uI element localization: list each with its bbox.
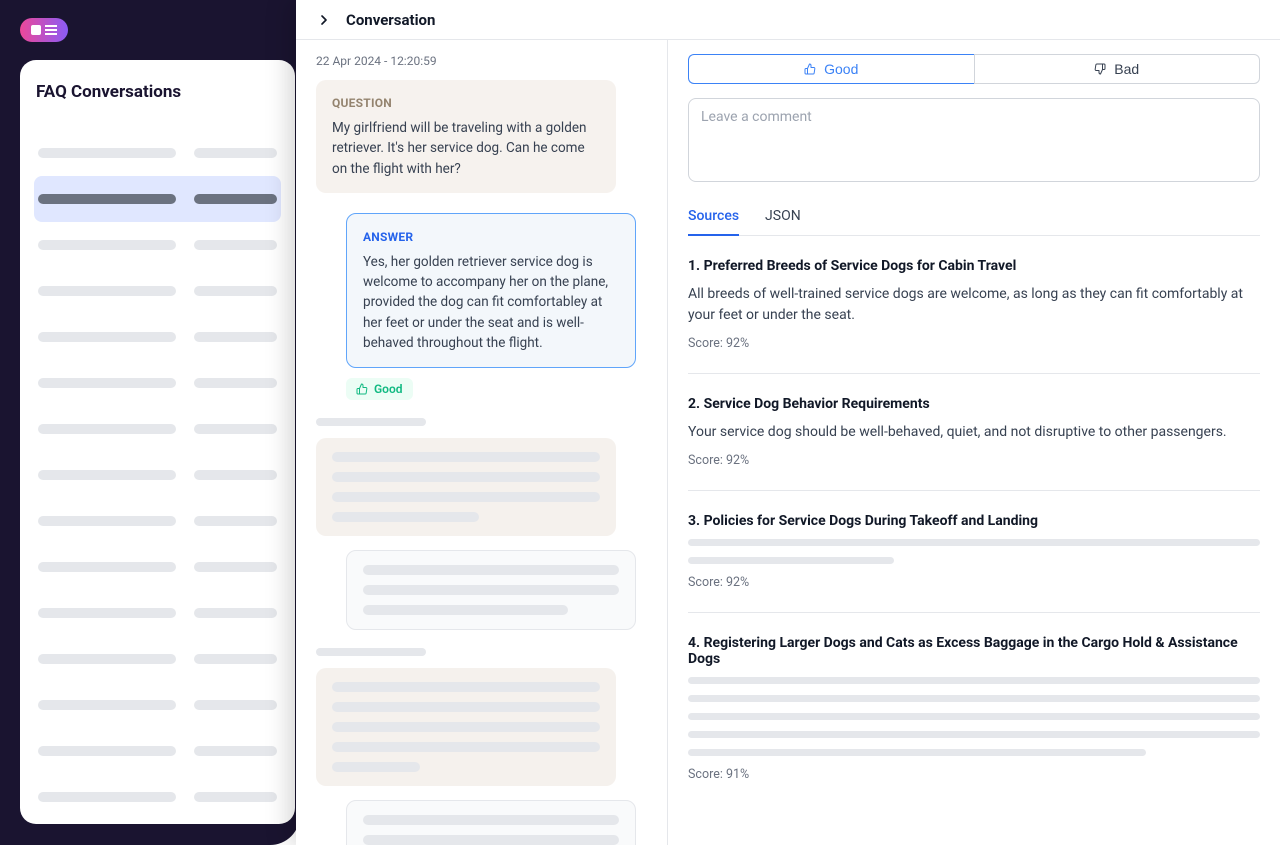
question-bubble: QUESTION My girlfriend will be traveling…: [316, 80, 616, 193]
rating-chip-label: Good: [374, 382, 403, 396]
drawer-title: Conversation: [346, 11, 435, 29]
rating-chip-good: Good: [346, 378, 413, 400]
bad-button[interactable]: Bad: [974, 54, 1261, 84]
thumbs-up-icon: [804, 63, 816, 75]
conversation-list-item[interactable]: [34, 268, 281, 314]
thumbs-up-icon: [356, 383, 368, 395]
conversation-list-item[interactable]: [34, 636, 281, 682]
source-score: Score: 92%: [688, 575, 1260, 590]
conversation-list-item[interactable]: [34, 360, 281, 406]
bad-button-label: Bad: [1114, 61, 1139, 77]
conversation-list-item[interactable]: [34, 682, 281, 728]
source-title: 1. Preferred Breeds of Service Dogs for …: [688, 258, 1260, 274]
faq-sidebar: FAQ Conversations: [20, 60, 295, 824]
question-bubble-placeholder: [316, 668, 616, 786]
conversation-list-item[interactable]: [34, 314, 281, 360]
conversation-list-item[interactable]: [34, 728, 281, 774]
source-body: All breeds of well-trained service dogs …: [688, 284, 1260, 326]
answer-label: ANSWER: [363, 228, 619, 246]
conversation-list-item[interactable]: [34, 130, 281, 176]
conversation-drawer: Conversation 22 Apr 2024 - 12:20:59 QUES…: [296, 0, 1280, 845]
source-title: 4. Registering Larger Dogs and Cats as E…: [688, 635, 1260, 667]
conversation-list-item[interactable]: [34, 774, 281, 820]
source-score: Score: 92%: [688, 453, 1260, 468]
conversation-list-item[interactable]: [34, 176, 281, 222]
answer-bubble-placeholder: [346, 550, 636, 630]
answer-bubble: ANSWER Yes, her golden retriever service…: [346, 213, 636, 368]
source-body-placeholder: [688, 539, 1260, 564]
question-label: QUESTION: [332, 94, 600, 112]
conversation-list-item[interactable]: [34, 406, 281, 452]
source-body-placeholder: [688, 677, 1260, 756]
source-body: Your service dog should be well-behaved,…: [688, 422, 1260, 443]
conversation-timestamp: 22 Apr 2024 - 12:20:59: [316, 54, 647, 68]
conversation-list-item[interactable]: [34, 222, 281, 268]
rating-buttons: Good Bad: [688, 54, 1260, 84]
source-item: 4. Registering Larger Dogs and Cats as E…: [688, 613, 1260, 804]
conversation-list-item[interactable]: [34, 544, 281, 590]
close-drawer-icon[interactable]: [316, 12, 332, 28]
answer-text: Yes, her golden retriever service dog is…: [363, 254, 608, 351]
source-score: Score: 91%: [688, 767, 1260, 782]
app-logo: [20, 18, 68, 42]
good-button[interactable]: Good: [688, 54, 974, 84]
source-title: 3. Policies for Service Dogs During Take…: [688, 513, 1260, 529]
tab-json[interactable]: JSON: [765, 208, 801, 236]
detail-tabs: Sources JSON: [688, 208, 1260, 236]
details-column: Good Bad Sources JSON 1. Preferred Breed…: [668, 40, 1280, 845]
source-item: 3. Policies for Service Dogs During Take…: [688, 491, 1260, 613]
source-title: 2. Service Dog Behavior Requirements: [688, 396, 1260, 412]
conversation-list-item[interactable]: [34, 590, 281, 636]
answer-bubble-placeholder: [346, 800, 636, 845]
drawer-header: Conversation: [296, 0, 1280, 40]
conversation-list-item[interactable]: [34, 498, 281, 544]
question-text: My girlfriend will be traveling with a g…: [332, 120, 586, 177]
source-item: 2. Service Dog Behavior Requirements You…: [688, 374, 1260, 491]
conversation-column: 22 Apr 2024 - 12:20:59 QUESTION My girlf…: [296, 40, 668, 845]
comment-input[interactable]: [688, 98, 1260, 182]
sidebar-title: FAQ Conversations: [34, 82, 281, 102]
question-bubble-placeholder: [316, 438, 616, 536]
source-score: Score: 92%: [688, 336, 1260, 351]
conversation-list-item[interactable]: [34, 452, 281, 498]
tab-sources[interactable]: Sources: [688, 208, 739, 236]
source-item: 1. Preferred Breeds of Service Dogs for …: [688, 236, 1260, 374]
good-button-label: Good: [824, 61, 858, 77]
thumbs-down-icon: [1094, 63, 1106, 75]
